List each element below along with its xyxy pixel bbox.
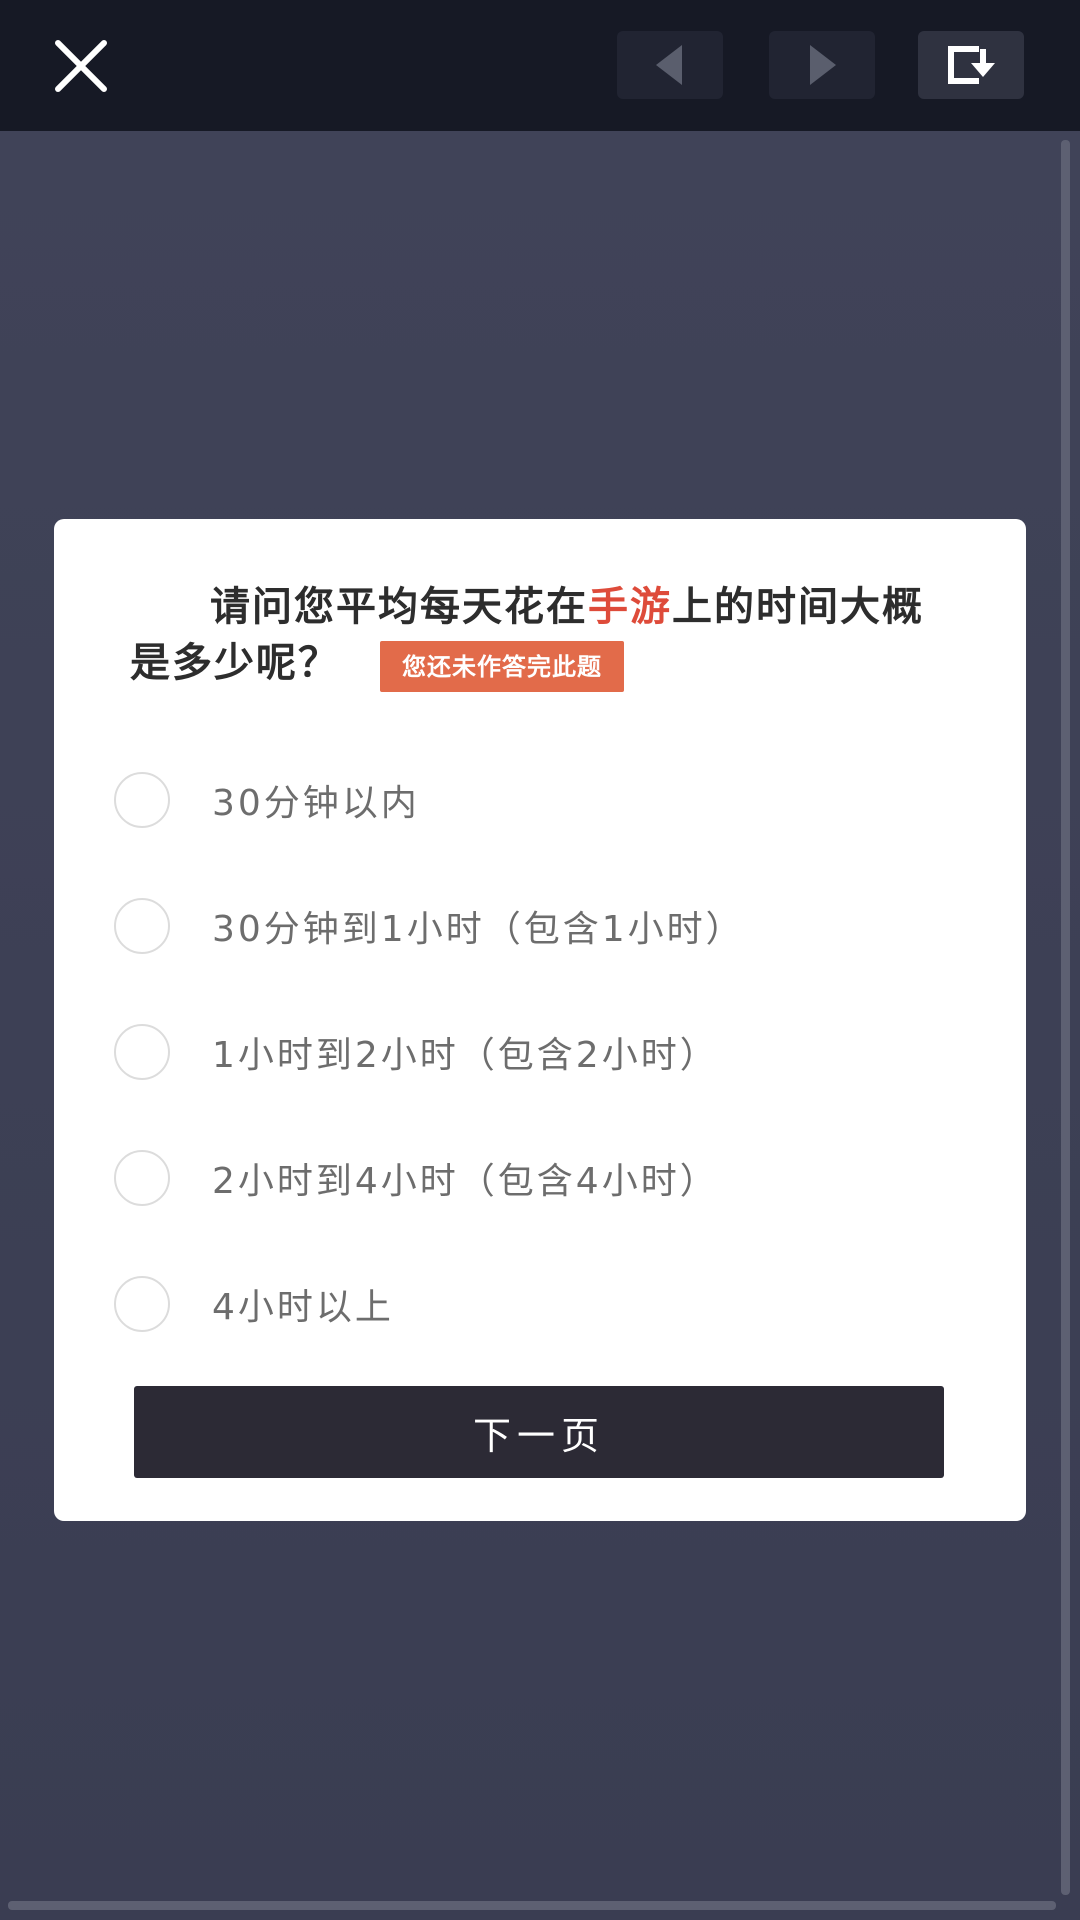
radio-button[interactable] [114,898,170,954]
options-list: 30分钟以内 30分钟到1小时（包含1小时） 1小时到2小时（包含2小时） 2小… [114,737,974,1367]
option-item[interactable]: 1小时到2小时（包含2小时） [114,989,974,1115]
radio-button[interactable] [114,1276,170,1332]
next-page-nav-button[interactable] [769,31,875,99]
option-label: 30分钟到1小时（包含1小时） [212,909,745,950]
option-item[interactable]: 2小时到4小时（包含4小时） [114,1115,974,1241]
option-item[interactable]: 4小时以上 [114,1241,974,1367]
radio-button[interactable] [114,772,170,828]
horizontal-scrollbar[interactable] [8,1901,1056,1910]
option-label: 4小时以上 [212,1287,394,1328]
next-page-button[interactable]: 下一页 [134,1386,944,1478]
triangle-right-icon [810,45,836,85]
previous-page-button[interactable] [617,31,723,99]
question-text-before: 请问您平均每天花在 [210,583,588,630]
unanswered-warning-badge: 您还未作答完此题 [380,640,624,692]
option-label: 1小时到2小时（包含2小时） [212,1035,719,1076]
radio-button[interactable] [114,1150,170,1206]
option-item[interactable]: 30分钟到1小时（包含1小时） [114,863,974,989]
option-item[interactable]: 30分钟以内 [114,737,974,863]
radio-button[interactable] [114,1024,170,1080]
question-card: 请问您平均每天花在手游上的时间大概是多少呢？ 您还未作答完此题 30分钟以内 30… [54,519,1026,1521]
close-button[interactable] [50,35,112,97]
option-label: 30分钟以内 [212,783,420,824]
question-text: 请问您平均每天花在手游上的时间大概是多少呢？ 您还未作答完此题 [130,579,960,692]
top-toolbar [0,0,1080,131]
triangle-left-icon [656,45,682,85]
option-label: 2小时到4小时（包含4小时） [212,1161,719,1202]
exit-button[interactable] [918,31,1024,99]
vertical-scrollbar[interactable] [1061,140,1070,1895]
question-highlight: 手游 [588,583,672,630]
close-icon [55,40,107,92]
exit-arrow-icon [948,46,995,84]
